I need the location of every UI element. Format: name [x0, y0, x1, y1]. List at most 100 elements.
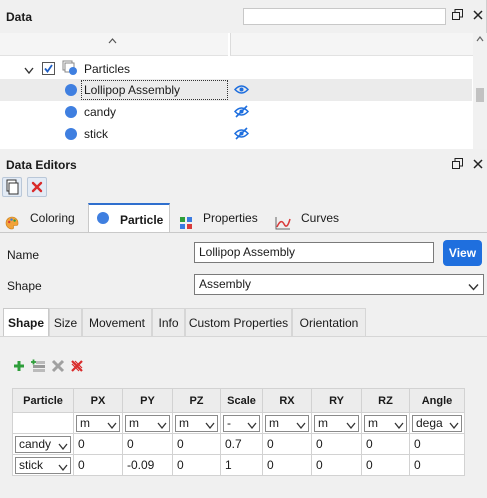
ry-cell[interactable]: 0	[311, 454, 362, 476]
column-header[interactable]: RX	[262, 388, 312, 413]
view-button[interactable]: View	[443, 240, 482, 266]
unit-cell: dega	[409, 412, 465, 434]
float-panel-icon[interactable]	[452, 158, 463, 172]
unit-select-value: m	[368, 415, 378, 430]
angle-cell[interactable]: 0	[409, 454, 465, 476]
subtab-movement[interactable]: Movement	[82, 308, 152, 336]
table-row[interactable]: candy 0 0 0 0.7 0 0 0 0	[12, 433, 465, 455]
column-header[interactable]: RZ	[361, 388, 410, 413]
float-panel-icon[interactable]	[452, 9, 463, 23]
tree-item-candy[interactable]: candy	[0, 101, 472, 123]
units-row-spacer	[12, 412, 74, 434]
shape-select[interactable]: Assembly	[194, 274, 484, 295]
unit-select[interactable]: -	[223, 414, 260, 432]
py-cell[interactable]: 0	[122, 433, 173, 455]
unit-cell: m	[361, 412, 410, 434]
particle-dot-icon	[65, 106, 77, 118]
close-panel-icon[interactable]	[473, 158, 483, 172]
subtab-custom-properties[interactable]: Custom Properties	[185, 308, 292, 336]
name-input[interactable]: Lollipop Assembly	[194, 242, 434, 263]
particle-select[interactable]: stick	[15, 456, 71, 474]
scale-cell[interactable]: 0.7	[220, 433, 263, 455]
delete-button[interactable]	[27, 177, 47, 197]
unit-select[interactable]: dega	[412, 414, 462, 432]
px-cell[interactable]: 0	[73, 454, 123, 476]
tab-label: Particle	[120, 213, 164, 227]
copy-button[interactable]	[2, 177, 22, 197]
tree-item-lollipop-assembly[interactable]: Lollipop Assembly	[0, 79, 472, 101]
scrollbar-thumb[interactable]	[476, 88, 484, 102]
subtab-info[interactable]: Info	[152, 308, 185, 336]
column-header[interactable]: Particle	[12, 388, 74, 413]
particle-cell: stick	[12, 454, 74, 476]
particle-dot-icon	[97, 212, 109, 224]
chevron-down-icon	[58, 439, 68, 454]
particle-select[interactable]: candy	[15, 435, 71, 454]
visibility-hidden-icon[interactable]	[233, 105, 250, 121]
unit-select[interactable]: m	[125, 414, 170, 433]
insert-row-icon[interactable]	[30, 359, 46, 375]
rx-cell[interactable]: 0	[262, 454, 312, 476]
chevron-down-icon	[346, 418, 356, 433]
visibility-hidden-icon[interactable]	[233, 127, 250, 143]
chevron-down-icon	[394, 418, 404, 433]
tab-particle[interactable]: Particle	[88, 203, 170, 233]
add-row-icon[interactable]	[12, 359, 28, 375]
tab-curves[interactable]: Curves	[268, 203, 348, 233]
particle-select-value: candy	[19, 436, 52, 451]
column-header[interactable]: Scale	[220, 388, 263, 413]
tree-group-particles[interactable]: Particles	[0, 58, 472, 80]
scale-cell[interactable]: 1	[220, 454, 263, 476]
angle-cell[interactable]: 0	[409, 433, 465, 455]
table-row[interactable]: stick 0 -0.09 0 1 0 0 0 0	[12, 454, 465, 476]
column-header[interactable]: Angle	[409, 388, 465, 413]
chevron-down-icon	[468, 278, 479, 297]
unit-select-value: m	[80, 415, 90, 430]
subtab-shape[interactable]: Shape	[3, 308, 49, 337]
tab-properties[interactable]: Properties	[172, 203, 268, 233]
ry-cell[interactable]: 0	[311, 433, 362, 455]
collapse-chevron-icon[interactable]	[24, 63, 34, 77]
unit-select[interactable]: m	[364, 414, 407, 433]
data-panel-header: Data	[0, 0, 486, 33]
visibility-eye-icon[interactable]	[233, 84, 250, 98]
unit-cell: m	[262, 412, 312, 434]
unit-select-value: m	[179, 415, 189, 430]
name-label: Name	[7, 248, 40, 262]
particle-dot-icon	[65, 128, 77, 140]
column-header[interactable]: PY	[122, 388, 173, 413]
unit-select[interactable]: m	[265, 414, 309, 433]
chevron-down-icon	[296, 418, 306, 433]
sort-ascending-icon	[108, 36, 117, 47]
column-header[interactable]: PX	[73, 388, 123, 413]
unit-select-value: m	[129, 415, 139, 430]
clear-all-rows-icon[interactable]	[70, 359, 86, 375]
scroll-up-icon[interactable]	[476, 34, 484, 44]
subtab-size[interactable]: Size	[49, 308, 82, 336]
remove-row-icon[interactable]	[51, 359, 67, 375]
unit-select-value: dega	[416, 415, 443, 430]
unit-select-value: m	[269, 415, 279, 430]
unit-select[interactable]: m	[175, 414, 218, 432]
subtab-orientation[interactable]: Orientation	[292, 308, 366, 336]
unit-select[interactable]: m	[314, 414, 359, 433]
tab-coloring[interactable]: Coloring	[0, 203, 88, 233]
tree-item-stick[interactable]: stick	[0, 123, 472, 145]
tree-item-label: stick	[84, 127, 108, 141]
rz-cell[interactable]: 0	[361, 454, 410, 476]
pz-cell[interactable]: 0	[172, 433, 221, 455]
px-cell[interactable]: 0	[73, 433, 123, 455]
unit-select[interactable]: m	[76, 414, 120, 432]
visibility-column-header[interactable]	[230, 33, 473, 56]
chevron-down-icon	[157, 418, 167, 433]
particles-checkbox[interactable]	[42, 62, 55, 75]
rz-cell[interactable]: 0	[361, 433, 410, 455]
data-search-input[interactable]	[243, 8, 446, 25]
pz-cell[interactable]: 0	[172, 454, 221, 476]
rx-cell[interactable]: 0	[262, 433, 312, 455]
column-header[interactable]: RY	[311, 388, 362, 413]
column-header[interactable]: PZ	[172, 388, 221, 413]
unit-cell: m	[311, 412, 362, 434]
py-cell[interactable]: -0.09	[122, 454, 173, 476]
close-panel-icon[interactable]	[473, 9, 483, 23]
